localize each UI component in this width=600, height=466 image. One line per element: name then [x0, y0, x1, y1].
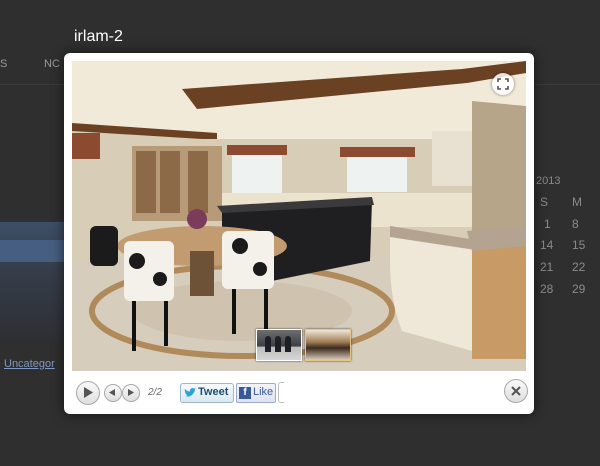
- close-icon: [511, 386, 521, 396]
- image-counter: 2/2: [148, 387, 162, 398]
- twitter-bird-icon: [184, 388, 196, 397]
- next-button[interactable]: [122, 384, 140, 402]
- facebook-icon: f: [239, 387, 251, 399]
- previous-button[interactable]: [104, 384, 122, 402]
- arrow-left-icon: [109, 389, 115, 396]
- expand-icon: [497, 78, 509, 90]
- calendar-day: 28: [540, 282, 554, 296]
- calendar-day: 22: [572, 260, 586, 274]
- background-nav-item: NC: [44, 58, 60, 70]
- tweet-label: Tweet: [198, 386, 229, 398]
- lightbox-title: irlam-2: [74, 28, 123, 45]
- play-button[interactable]: [76, 381, 100, 405]
- background-category-link: Uncategor: [4, 358, 55, 370]
- tweet-button[interactable]: Tweet: [180, 383, 234, 403]
- kitchen-photo: [72, 61, 526, 371]
- calendar-weekday: M: [572, 195, 582, 209]
- thumbnail-2[interactable]: [305, 329, 351, 361]
- kitchen-photo-drawing: [72, 61, 526, 371]
- calendar-day: 14: [540, 238, 554, 252]
- calendar-day: 15: [572, 238, 586, 252]
- calendar-day: 1: [544, 217, 551, 231]
- close-button[interactable]: [504, 379, 528, 403]
- like-count-bubble: [278, 382, 284, 403]
- expand-button[interactable]: [492, 73, 514, 95]
- calendar-day: 8: [572, 217, 579, 231]
- facebook-like-button[interactable]: f Like: [236, 383, 276, 403]
- calendar-day: 21: [540, 260, 554, 274]
- background-nav-item: S: [0, 58, 8, 70]
- lightbox-controls: 2/2 Tweet f Like: [72, 379, 528, 405]
- calendar-weekday: S: [540, 195, 549, 209]
- calendar-day: 29: [572, 282, 586, 296]
- background-calendar-year: 2013: [536, 175, 561, 187]
- lightbox-dialog: 2/2 Tweet f Like: [64, 53, 534, 414]
- background-post-image: [0, 222, 68, 342]
- thumbnail-1[interactable]: [256, 329, 302, 361]
- arrow-right-icon: [128, 389, 134, 396]
- play-icon: [84, 387, 93, 398]
- like-label: Like: [253, 386, 274, 398]
